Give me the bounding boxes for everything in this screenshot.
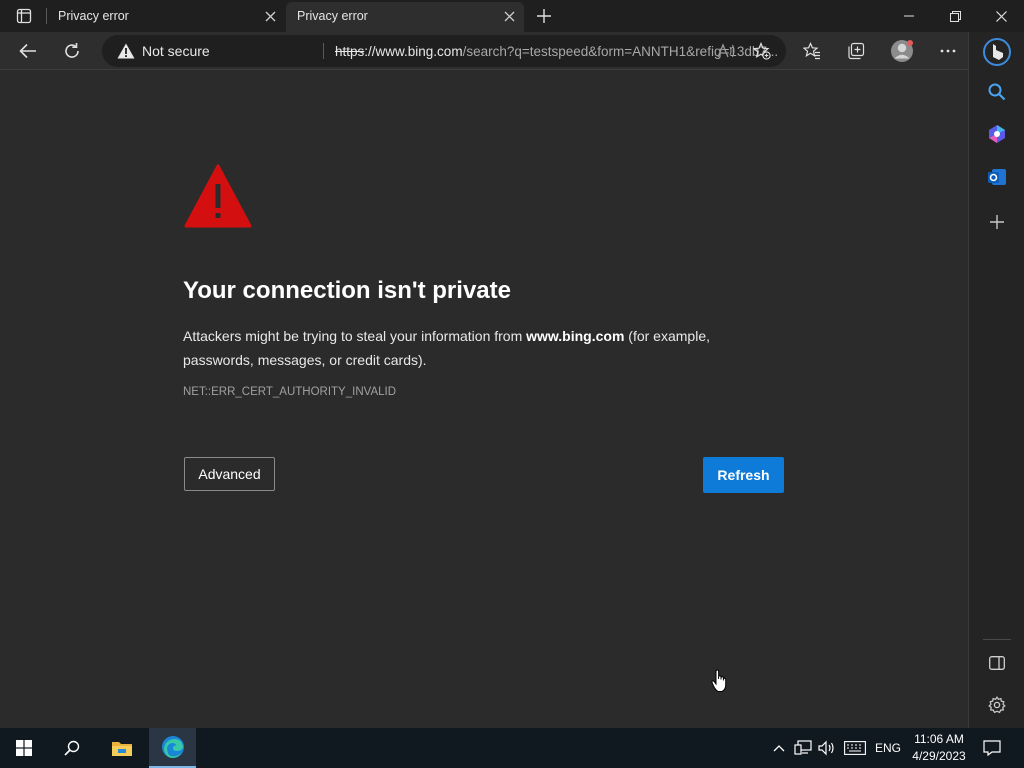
profile-avatar-icon[interactable] xyxy=(888,37,916,65)
collections-icon[interactable] xyxy=(842,37,870,65)
back-arrow-icon[interactable] xyxy=(14,37,42,65)
refresh-button[interactable]: Refresh xyxy=(703,457,784,493)
search-icon[interactable] xyxy=(985,80,1009,104)
security-status-label[interactable]: Not secure xyxy=(142,43,210,59)
file-explorer-icon[interactable] xyxy=(99,728,145,768)
outlook-icon[interactable] xyxy=(985,165,1009,189)
sidebar-divider xyxy=(983,639,1011,640)
browser-toolbar: Not secure https://www.bing.com/search?q… xyxy=(0,32,968,70)
windows-start-icon[interactable] xyxy=(0,728,48,768)
input-language[interactable]: ENG xyxy=(872,728,904,768)
advanced-button[interactable]: Advanced xyxy=(184,457,275,491)
keyboard-icon[interactable] xyxy=(842,728,868,768)
url-scheme: https xyxy=(335,44,365,59)
error-description: Attackers might be trying to steal your … xyxy=(183,324,743,372)
read-aloud-icon[interactable] xyxy=(716,41,736,61)
new-tab-icon[interactable] xyxy=(534,6,554,26)
notification-icon[interactable] xyxy=(978,728,1006,768)
gear-icon[interactable] xyxy=(985,693,1009,717)
tab-actions-icon[interactable] xyxy=(8,6,40,26)
url-text[interactable]: https://www.bing.com/search?q=testspeed&… xyxy=(335,44,807,59)
page-content: Your connection isn't private Attackers … xyxy=(0,71,968,728)
tab-privacy-error-1[interactable]: Privacy error xyxy=(47,0,285,32)
refresh-icon[interactable] xyxy=(58,37,86,65)
address-bar[interactable]: Not secure https://www.bing.com/search?q… xyxy=(102,35,786,67)
minimize-button[interactable] xyxy=(886,0,932,32)
volume-icon[interactable] xyxy=(817,728,837,768)
hide-sidebar-icon[interactable] xyxy=(985,651,1009,675)
restore-button[interactable] xyxy=(932,0,978,32)
add-favorite-icon[interactable] xyxy=(752,41,772,61)
tab-title: Privacy error xyxy=(297,9,368,23)
tab-title: Privacy error xyxy=(58,9,129,23)
search-icon[interactable] xyxy=(48,728,96,768)
url-host: ://www.bing.com xyxy=(364,44,463,59)
favorites-icon[interactable] xyxy=(798,37,826,65)
close-window-button[interactable] xyxy=(978,0,1024,32)
windows-taskbar: ENG 11:06 AM 4/29/2023 xyxy=(0,728,1024,768)
edge-browser-icon[interactable] xyxy=(149,728,196,768)
clock-date: 4/29/2023 xyxy=(912,749,966,763)
clock-time: 11:06 AM xyxy=(914,732,964,746)
clock[interactable]: 11:06 AM 4/29/2023 xyxy=(904,731,974,765)
hand-cursor-icon xyxy=(711,669,729,698)
address-separator xyxy=(323,43,324,59)
network-icon[interactable] xyxy=(793,728,813,768)
bing-copilot-icon[interactable] xyxy=(983,38,1011,66)
warning-triangle-icon[interactable] xyxy=(117,43,135,64)
error-code: NET::ERR_CERT_AUTHORITY_INVALID xyxy=(183,386,397,398)
add-sidebar-app-icon[interactable] xyxy=(985,210,1009,234)
page-title: Your connection isn't private xyxy=(183,277,511,304)
copilot-icon[interactable] xyxy=(985,122,1009,146)
title-bar: Privacy error Privacy error xyxy=(0,0,1024,32)
chevron-up-icon[interactable] xyxy=(770,728,788,768)
domain-name: www.bing.com xyxy=(526,328,625,344)
warning-triangle-icon xyxy=(184,164,252,233)
close-tab-icon[interactable] xyxy=(263,9,277,23)
close-tab-icon[interactable] xyxy=(502,9,516,23)
description-text: Attackers might be trying to steal your … xyxy=(183,328,527,344)
edge-sidebar xyxy=(968,32,1024,728)
tab-privacy-error-2[interactable]: Privacy error xyxy=(286,2,524,32)
settings-more-icon[interactable] xyxy=(934,37,962,65)
